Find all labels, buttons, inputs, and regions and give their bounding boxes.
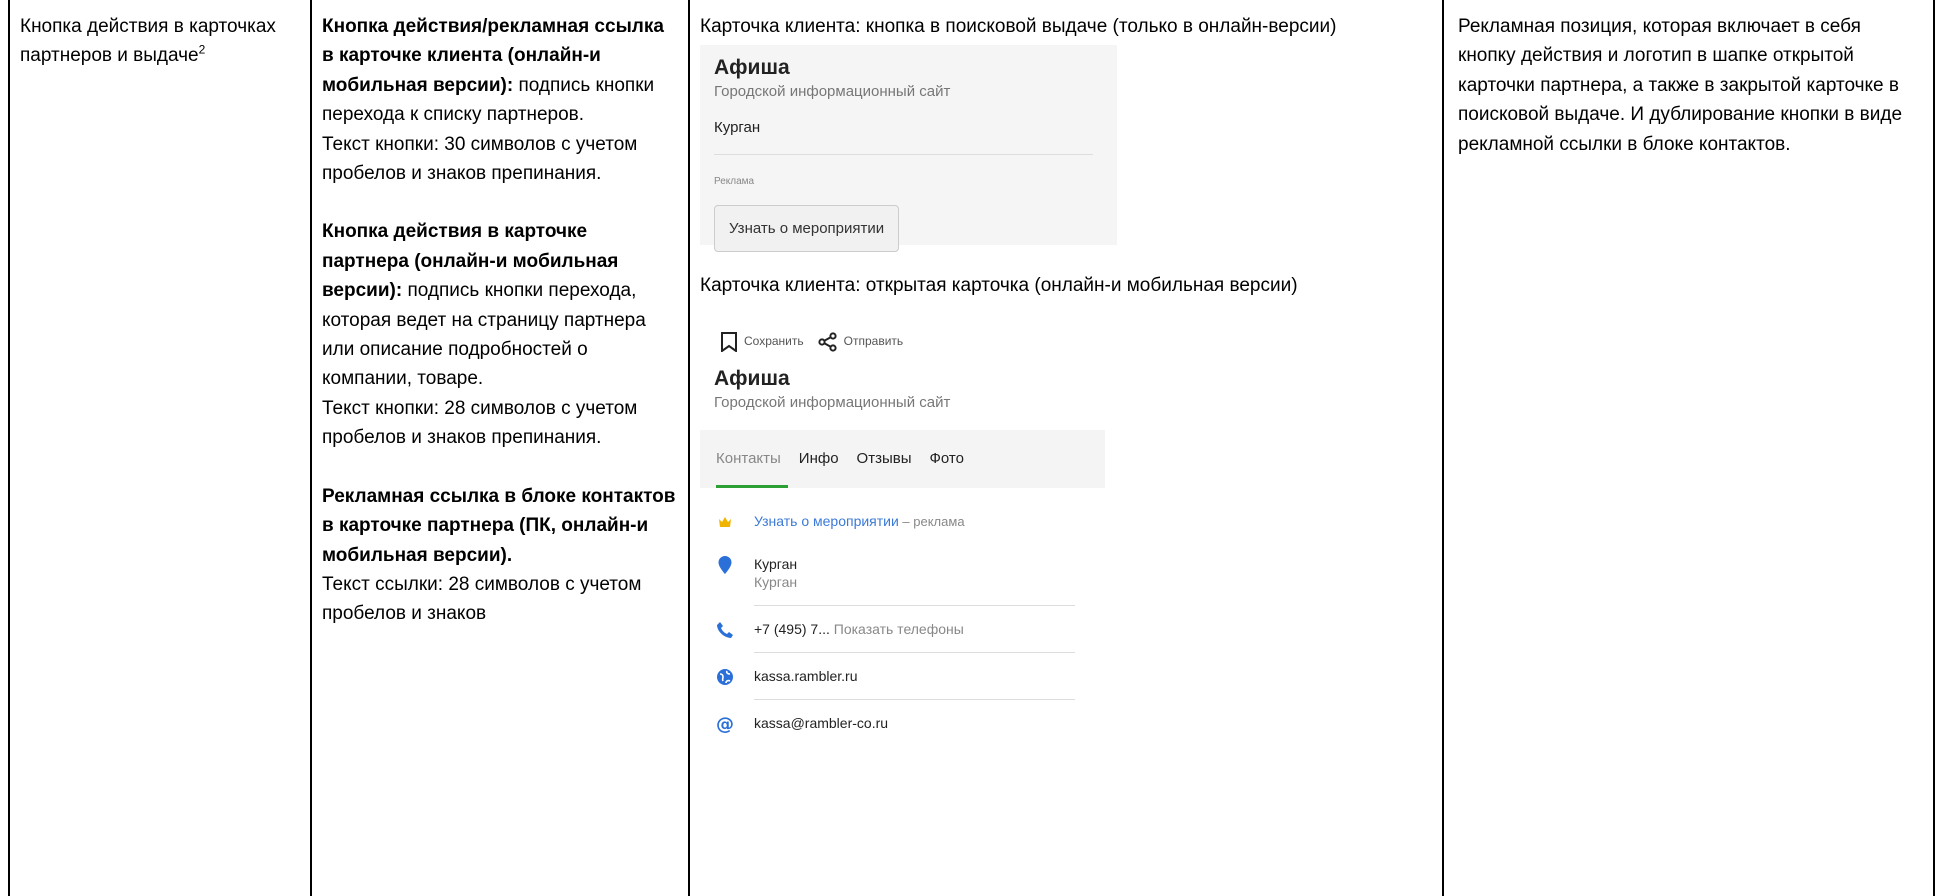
at-sign-icon: @ <box>716 715 734 733</box>
tab-info[interactable]: Инфо <box>799 444 839 473</box>
cell-examples: Карточка клиента: кнопка в поисковой выд… <box>690 0 1444 896</box>
share-icon[interactable] <box>818 332 838 352</box>
address-row: Курган Курган <box>700 555 1075 606</box>
address-subtitle: Курган <box>754 574 798 590</box>
email-address[interactable]: kassa@rambler-co.ru <box>754 714 1075 732</box>
save-label[interactable]: Сохранить <box>744 327 804 356</box>
search-card-title: Афиша <box>714 56 790 79</box>
ad-link-suffix: – реклама <box>898 514 965 529</box>
email-row: @ kassa@rambler-co.ru <box>700 714 1075 733</box>
search-card-subtitle: Городской информационный сайт <box>714 83 951 100</box>
cell-feature-name: Кнопка действия в карточках партнеров и … <box>10 0 312 896</box>
phone-number: +7 (495) 7... <box>754 621 830 637</box>
open-card-subtitle: Городской информационный сайт <box>714 394 951 411</box>
send-label[interactable]: Отправить <box>844 327 904 356</box>
search-card-ad-label: Реклама <box>714 176 755 188</box>
bookmark-icon[interactable] <box>720 332 738 352</box>
website-row: kassa.rambler.ru <box>700 667 1075 700</box>
phone-row: +7 (495) 7... Показать телефоны <box>700 620 1075 653</box>
feature-name: Кнопка действия в карточках партнеров и … <box>20 16 276 67</box>
open-card: Сохранить Отправить Афиша Городской инфо… <box>700 330 1105 733</box>
tab-photos[interactable]: Фото <box>930 444 964 473</box>
req-block-2: Кнопка действия в карточке партнера (онл… <box>322 217 678 393</box>
caption-search-card: Карточка клиента: кнопка в поисковой выд… <box>700 16 1337 37</box>
position-description: Рекламная позиция, которая включает в се… <box>1458 16 1903 155</box>
req-1-limit: Текст кнопки: 30 символов с учетом пробе… <box>322 133 638 185</box>
globe-icon <box>716 668 734 686</box>
document-page: Кнопка действия в карточках партнеров и … <box>0 0 1935 896</box>
footnote-ref: 2 <box>198 43 206 58</box>
tab-reviews[interactable]: Отзывы <box>857 444 912 473</box>
phone-icon <box>716 621 734 639</box>
req-block-1: Кнопка действия/рекламная ссылка в карто… <box>322 12 678 130</box>
search-card-action-button[interactable]: Узнать о мероприятии <box>714 204 900 253</box>
crown-icon <box>716 513 734 531</box>
req-2-limit: Текст кнопки: 28 символов с учетом пробе… <box>322 397 638 449</box>
search-card-city: Курган <box>714 113 1093 156</box>
website-link[interactable]: kassa.rambler.ru <box>754 667 1075 700</box>
req-3-heading: Рекламная ссылка в блоке контактов в кар… <box>322 485 676 566</box>
cell-description: Рекламная позиция, которая включает в се… <box>1444 0 1935 896</box>
open-card-title: Афиша <box>714 367 790 390</box>
search-result-card: Афиша Городской информационный сайт Кург… <box>700 45 1117 253</box>
req-block-3: Рекламная ссылка в блоке контактов в кар… <box>322 482 678 570</box>
ad-spec-table: Кнопка действия в карточках партнеров и … <box>8 0 1935 896</box>
address-title: Курган <box>754 556 798 572</box>
location-pin-icon <box>716 556 734 574</box>
card-tabs: Контакты Инфо Отзывы Фото <box>700 430 1105 488</box>
ad-link[interactable]: Узнать о мероприятии <box>754 513 899 529</box>
show-phones-link[interactable]: Показать телефоны <box>830 621 964 637</box>
cell-requirements: Кнопка действия/рекламная ссылка в карто… <box>312 0 690 896</box>
ad-link-row: Узнать о мероприятии – реклама <box>700 512 1075 531</box>
svg-text:@: @ <box>716 715 734 733</box>
tab-contacts[interactable]: Контакты <box>716 444 781 473</box>
card-actions: Сохранить Отправить <box>700 330 1105 354</box>
req-3-limit: Текст ссылки: 28 символов с учетом пробе… <box>322 573 642 625</box>
active-tab-underline <box>716 485 788 488</box>
caption-open-card: Карточка клиента: открытая карточка (онл… <box>700 275 1298 296</box>
